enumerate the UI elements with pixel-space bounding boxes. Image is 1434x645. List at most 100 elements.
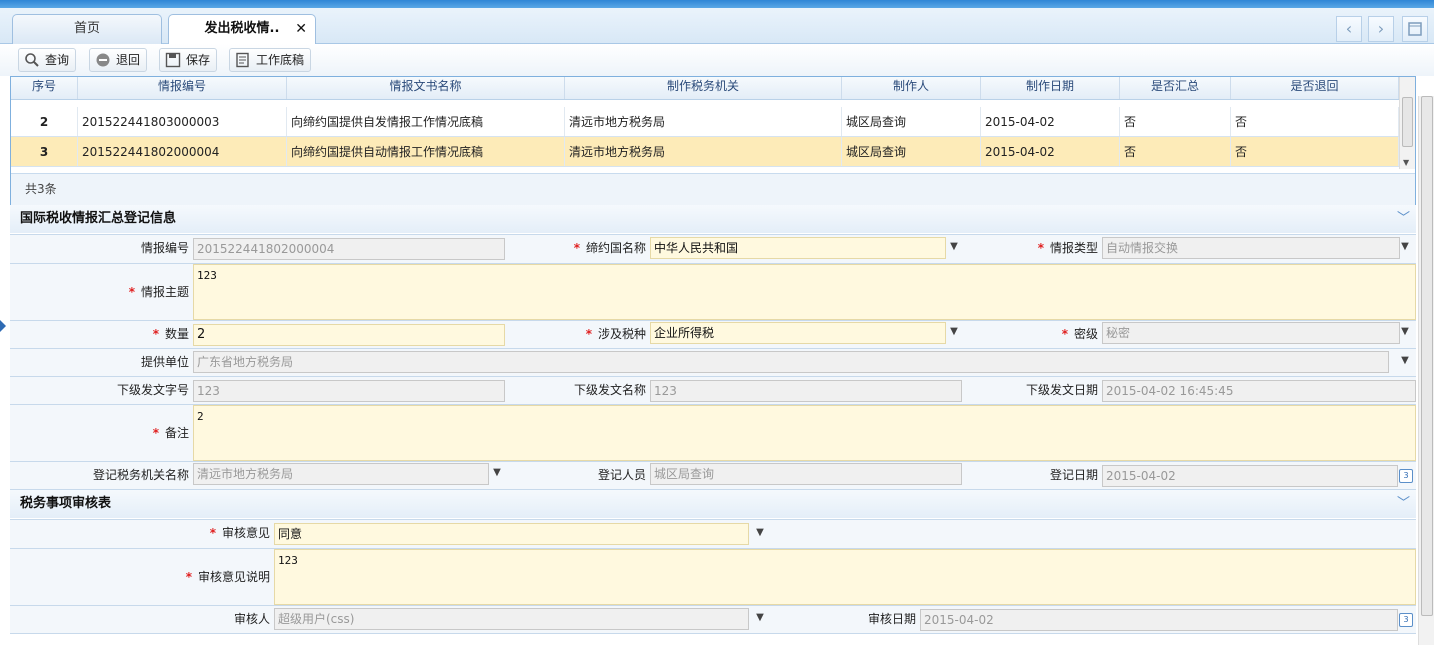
- col-header[interactable]: 制作人: [842, 77, 981, 99]
- tax-type-select[interactable]: 企业所得税: [650, 322, 946, 344]
- draft-button[interactable]: 工作底稿: [229, 48, 312, 72]
- tab-bar: 首页 发出税收情.. ✕ ‹ ›: [0, 8, 1434, 44]
- chevron-right-icon[interactable]: ›: [1368, 16, 1394, 42]
- reg-date-field[interactable]: 2015-04-02: [1102, 465, 1398, 487]
- field-label: * 密级: [1061, 327, 1098, 341]
- provider-select[interactable]: 广东省地方税务局: [193, 351, 1389, 373]
- tab-home[interactable]: 首页: [12, 14, 162, 44]
- intel-no-field[interactable]: 201522441802000004: [193, 238, 505, 260]
- chevron-down-icon[interactable]: ▼: [946, 326, 962, 337]
- doc-date-field[interactable]: 2015-04-02 16:45:45: [1102, 380, 1416, 402]
- subject-textarea[interactable]: 123: [193, 264, 1416, 320]
- search-icon: [25, 53, 39, 67]
- query-label: 查询: [45, 53, 70, 67]
- table-cell: 否: [1120, 107, 1231, 136]
- doc-name-field[interactable]: 123: [650, 380, 962, 402]
- opinion-select[interactable]: 同意: [274, 523, 749, 545]
- chevron-down-icon[interactable]: ▼: [489, 467, 505, 478]
- chevron-down-icon[interactable]: ▼: [752, 527, 768, 538]
- form-row: 情报编号 201522441802000004 * 缔约国名称 中华人民共和国 ▼…: [10, 235, 1416, 264]
- remark-textarea[interactable]: 2: [193, 405, 1416, 461]
- table-cell: 城区局查询: [842, 137, 981, 166]
- scroll-down-icon[interactable]: ▼: [1403, 158, 1409, 167]
- draft-label: 工作底稿: [256, 53, 305, 67]
- calendar-icon[interactable]: 3: [1399, 613, 1413, 627]
- minus-circle-icon: [96, 53, 110, 67]
- table-cell: 2: [11, 107, 78, 136]
- scroll-thumb[interactable]: [1421, 96, 1433, 616]
- reg-org-select[interactable]: 清远市地方税务局: [193, 463, 489, 485]
- chevron-down-icon[interactable]: ▼: [1397, 241, 1413, 252]
- col-header[interactable]: 制作税务机关: [565, 77, 842, 99]
- secret-level-select[interactable]: 秘密: [1102, 322, 1400, 344]
- reg-person-field[interactable]: 城区局查询: [650, 463, 962, 485]
- calendar-icon[interactable]: 3: [1399, 469, 1413, 483]
- close-icon[interactable]: ✕: [295, 15, 307, 43]
- section-title: 税务事项审核表: [20, 496, 112, 511]
- field-label: * 审核意见说明: [185, 570, 270, 584]
- field-label: 登记税务机关名称: [92, 468, 189, 482]
- section-title: 国际税收情报汇总登记信息: [20, 211, 177, 226]
- review-form: * 审核意见 同意 ▼ * 审核意见说明 123 审核人 超级用户(css) ▼ 审…: [10, 519, 1416, 634]
- chevron-down-icon[interactable]: ﹀: [1397, 205, 1410, 233]
- form-row: 提供单位 广东省地方税务局 ▼: [10, 349, 1416, 377]
- field-label: * 备注: [152, 426, 189, 440]
- scroll-thumb[interactable]: [1402, 97, 1413, 147]
- col-header[interactable]: 是否汇总: [1120, 77, 1231, 99]
- field-label: * 情报主题: [128, 285, 189, 299]
- chevron-down-icon[interactable]: ﹀: [1397, 490, 1410, 518]
- field-label: 下级发文字号: [116, 383, 189, 397]
- quantity-field[interactable]: 2: [193, 324, 505, 346]
- table-cell: 清远市地方税务局: [565, 137, 842, 166]
- col-header[interactable]: 情报文书名称: [287, 77, 565, 99]
- table-row[interactable]: 2 201522441803000003 向缔约国提供自发情报工作情况底稿 清远…: [11, 107, 1399, 137]
- field-label: * 情报类型: [1037, 241, 1098, 255]
- table-cell: 否: [1231, 107, 1399, 136]
- sidebar-expand-icon[interactable]: [0, 320, 6, 332]
- chevron-down-icon[interactable]: ▼: [752, 612, 768, 623]
- save-button[interactable]: 保存: [159, 48, 218, 72]
- col-header[interactable]: 是否退回: [1231, 77, 1399, 99]
- table-cell: 否: [1231, 137, 1399, 166]
- chevron-down-icon[interactable]: ▼: [1397, 326, 1413, 337]
- table-cell: 2015-04-02: [981, 107, 1120, 136]
- field-label: * 涉及税种: [585, 327, 646, 341]
- table-cell: 向缔约国提供自发情报工作情况底稿: [287, 107, 565, 136]
- document-icon: [236, 52, 249, 68]
- chevron-down-icon[interactable]: ▼: [1397, 355, 1413, 366]
- doc-no-field[interactable]: 123: [193, 380, 505, 402]
- review-date-field[interactable]: 2015-04-02: [920, 609, 1398, 631]
- form-row: * 备注 2: [10, 405, 1416, 462]
- query-button[interactable]: 查询: [18, 48, 77, 72]
- field-label: 登记日期: [1049, 468, 1098, 482]
- page-scrollbar[interactable]: [1418, 96, 1434, 645]
- chevron-down-icon[interactable]: ▼: [946, 241, 962, 252]
- reviewer-select[interactable]: 超级用户(css): [274, 608, 749, 630]
- grid-scrollbar[interactable]: ▼: [1399, 77, 1415, 169]
- window-icon[interactable]: [1402, 16, 1428, 42]
- country-select[interactable]: 中华人民共和国: [650, 237, 946, 259]
- col-header[interactable]: 制作日期: [981, 77, 1120, 99]
- table-row-selected[interactable]: 3 201522441802000004 向缔约国提供自动情报工作情况底稿 清远…: [11, 137, 1399, 167]
- form-row: 审核人 超级用户(css) ▼ 审核日期 2015-04-02 3: [10, 606, 1416, 634]
- form-row: 下级发文字号 123 下级发文名称 123 下级发文日期 2015-04-02 …: [10, 377, 1416, 405]
- form-row: * 数量 2 * 涉及税种 企业所得税 ▼ * 密级 秘密 ▼: [10, 321, 1416, 349]
- type-select[interactable]: 自动情报交换: [1102, 237, 1400, 259]
- col-header[interactable]: 序号: [11, 77, 78, 99]
- field-label: 下级发文名称: [573, 383, 646, 397]
- chevron-left-icon[interactable]: ‹: [1336, 16, 1362, 42]
- grid-header: 序号 情报编号 情报文书名称 制作税务机关 制作人 制作日期 是否汇总 是否退回: [11, 77, 1399, 100]
- return-label: 退回: [116, 53, 141, 67]
- tab-home-label: 首页: [73, 21, 100, 36]
- tab-active-label: 发出税收情..: [204, 21, 280, 36]
- table-cell: 否: [1120, 137, 1231, 166]
- field-label: 登记人员: [597, 468, 646, 482]
- col-header[interactable]: 情报编号: [78, 77, 287, 99]
- section-header-review: 税务事项审核表 ﹀: [10, 490, 1416, 518]
- opinion-desc-textarea[interactable]: 123: [274, 549, 1416, 605]
- tab-active[interactable]: 发出税收情.. ✕: [168, 14, 316, 44]
- toolbar: 查询 退回 保存 工作底稿: [0, 44, 1434, 76]
- field-label: * 缔约国名称: [573, 241, 646, 255]
- return-button[interactable]: 退回: [89, 48, 148, 72]
- table-cell: 向缔约国提供自动情报工作情况底稿: [287, 137, 565, 166]
